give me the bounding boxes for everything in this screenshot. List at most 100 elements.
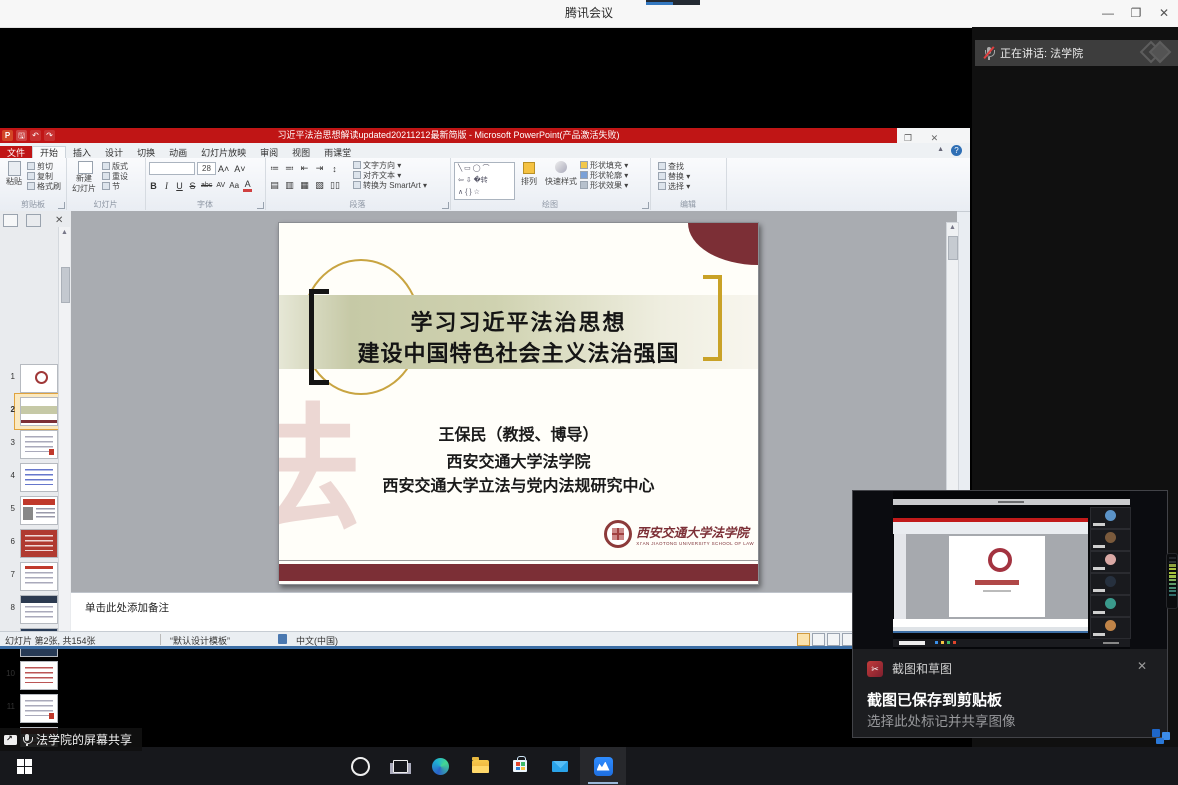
columns-icon[interactable]: ▯▯ — [330, 180, 340, 191]
share-banner-label: 法学院的屏幕共享 — [36, 731, 132, 748]
slide-thumb-1[interactable] — [20, 364, 58, 393]
panel-scrollbar[interactable]: ▲ — [58, 227, 70, 631]
panel-scroll-up-icon[interactable]: ▲ — [61, 229, 68, 236]
font-size-box[interactable]: 28 — [197, 162, 216, 175]
mini-ppt-ribbon — [893, 522, 1088, 534]
task-view-button[interactable] — [380, 747, 420, 785]
spellcheck-icon[interactable] — [278, 634, 287, 644]
mail-button[interactable] — [540, 747, 580, 785]
bullets-icon[interactable]: ≔ — [270, 163, 279, 174]
slide-thumb-6[interactable] — [20, 529, 58, 558]
shape-effects-button[interactable]: 形状效果 ▾ — [580, 181, 628, 191]
slide-thumb-10[interactable] — [20, 661, 58, 690]
tray-popup-icon[interactable] — [1150, 727, 1174, 747]
shape-outline-button[interactable]: 形状轮廓 ▾ — [580, 171, 628, 181]
notification-body[interactable]: ✂ 截图和草图 ✕ 截图已保存到剪贴板 选择此处标记并共享图像 — [853, 649, 1167, 738]
format-painter-button[interactable]: 格式刷 — [27, 182, 61, 192]
clipboard-dialog-launcher[interactable] — [58, 202, 65, 209]
tencent-meeting-button[interactable] — [580, 747, 626, 785]
outline-tab-icon[interactable] — [26, 214, 41, 227]
shrink-font-icon[interactable]: A˅ — [234, 164, 245, 174]
replace-button[interactable]: 替换 ▾ — [658, 172, 690, 182]
numbering-icon[interactable]: ≕ — [285, 163, 294, 174]
maximize-button[interactable]: ❐ — [1122, 0, 1150, 27]
slide-thumb-11[interactable] — [20, 694, 58, 723]
slide-thumb-5[interactable] — [20, 496, 58, 525]
screenshot-preview-image[interactable] — [853, 491, 1167, 649]
minimize-button[interactable]: — — [1094, 0, 1122, 27]
mini-titlebar — [893, 499, 1130, 505]
mini-notes — [893, 619, 1088, 627]
char-spacing-icon[interactable]: AV — [216, 182, 225, 189]
notification-close-icon[interactable]: ✕ — [1137, 659, 1147, 673]
font-color-button[interactable]: A — [243, 179, 252, 192]
slide-thumb-2-current[interactable] — [20, 397, 58, 426]
font-dialog-launcher[interactable] — [257, 202, 264, 209]
slide-thumb-3[interactable] — [20, 430, 58, 459]
align-left-icon[interactable]: ▤ — [270, 180, 279, 191]
new-slide-icon — [78, 161, 93, 174]
indent-more-icon[interactable]: ⇥ — [315, 163, 324, 174]
grow-font-icon[interactable]: A˄ — [218, 164, 229, 174]
paragraph-dialog-launcher[interactable] — [442, 202, 449, 209]
group-clipboard: 粘贴 剪切 复制 格式刷 剪贴板 — [0, 158, 67, 210]
slide-thumb-8[interactable] — [20, 595, 58, 624]
tencent-meeting-window: 腾讯会议 — ❐ ✕ P 🖫 ↶ ↷ 习近平法治思想解读updated20211… — [0, 0, 1178, 785]
layout-button[interactable]: 版式 — [102, 162, 128, 172]
bold-button[interactable]: B — [149, 181, 158, 191]
clear-format-icon[interactable]: abc — [201, 182, 212, 189]
italic-button[interactable]: I — [162, 181, 171, 191]
panel-header: ✕ — [3, 214, 68, 227]
copy-button[interactable]: 复制 — [27, 172, 61, 182]
help-icon[interactable]: ? — [951, 145, 962, 156]
change-case-icon[interactable]: Aa — [229, 181, 239, 190]
start-button[interactable] — [0, 747, 48, 785]
section-button[interactable]: 节 — [102, 182, 128, 192]
slide-editing-area: 法 学习习近平法治思想 建设中国特色社会主义法治强国 王保民（教授、博导） 西安… — [71, 211, 957, 592]
quick-styles-icon — [555, 161, 567, 173]
drawing-dialog-launcher[interactable] — [642, 202, 649, 209]
reset-button[interactable]: 重设 — [102, 172, 128, 182]
reading-view-icon[interactable] — [827, 633, 840, 646]
slide-thumb-4[interactable] — [20, 463, 58, 492]
font-name-box[interactable] — [149, 162, 195, 175]
panel-close-icon[interactable]: ✕ — [55, 215, 63, 226]
notes-placeholder[interactable]: 单击此处添加备注 — [85, 600, 169, 615]
edge-button[interactable] — [420, 747, 460, 785]
slide-thumb-7[interactable] — [20, 562, 58, 591]
collapse-ribbon-icon[interactable]: ▲ — [937, 146, 944, 153]
screenshot-notification[interactable]: ✂ 截图和草图 ✕ 截图已保存到剪贴板 选择此处标记并共享图像 — [852, 490, 1168, 738]
shapes-gallery[interactable]: ╲ ▭ ◯ ⌒⇦ ⇩ �转∧ { } ☆ — [454, 162, 515, 200]
find-button[interactable]: 查找 — [658, 162, 690, 172]
notes-pane[interactable]: 单击此处添加备注 — [71, 592, 957, 632]
underline-button[interactable]: U — [175, 181, 184, 191]
slides-tab-icon[interactable] — [3, 214, 18, 227]
group-editing: 查找 替换 ▾ 选择 ▾ 编辑 — [650, 158, 727, 210]
store-button[interactable] — [500, 747, 540, 785]
indent-less-icon[interactable]: ⇤ — [300, 163, 309, 174]
clipboard-small-buttons: 剪切 复制 格式刷 — [27, 162, 61, 192]
align-text-button[interactable]: 对齐文本 ▾ — [353, 171, 427, 181]
shape-fill-button[interactable]: 形状填充 ▾ — [580, 161, 628, 171]
cortana-button[interactable] — [340, 747, 380, 785]
text-direction-button[interactable]: 文字方向 ▾ — [353, 161, 427, 171]
align-center-icon[interactable]: ▥ — [285, 180, 294, 191]
justify-icon[interactable]: ▧ — [315, 180, 324, 191]
smartart-button[interactable]: 转换为 SmartArt ▾ — [353, 181, 427, 191]
mini-slide-canvas — [949, 536, 1045, 617]
panel-scroll-thumb[interactable] — [61, 267, 70, 303]
slide-scroll-thumb[interactable] — [948, 236, 958, 260]
normal-view-icon[interactable] — [797, 633, 810, 646]
align-right-icon[interactable]: ▦ — [300, 180, 309, 191]
close-button[interactable]: ✕ — [1150, 0, 1178, 27]
cut-button[interactable]: 剪切 — [27, 162, 61, 172]
strikethrough-button[interactable]: S — [188, 181, 197, 191]
slide-scroll-up-icon[interactable]: ▲ — [949, 224, 956, 231]
slide-canvas[interactable]: 法 学习习近平法治思想 建设中国特色社会主义法治强国 王保民（教授、博导） 西安… — [278, 222, 759, 585]
file-explorer-button[interactable] — [460, 747, 500, 785]
select-button[interactable]: 选择 ▾ — [658, 182, 690, 192]
sorter-view-icon[interactable] — [812, 633, 825, 646]
floating-toolbar-tab[interactable] — [646, 0, 700, 5]
thumb-num: 10 — [5, 669, 15, 678]
line-spacing-icon[interactable]: ↕ — [330, 164, 339, 174]
